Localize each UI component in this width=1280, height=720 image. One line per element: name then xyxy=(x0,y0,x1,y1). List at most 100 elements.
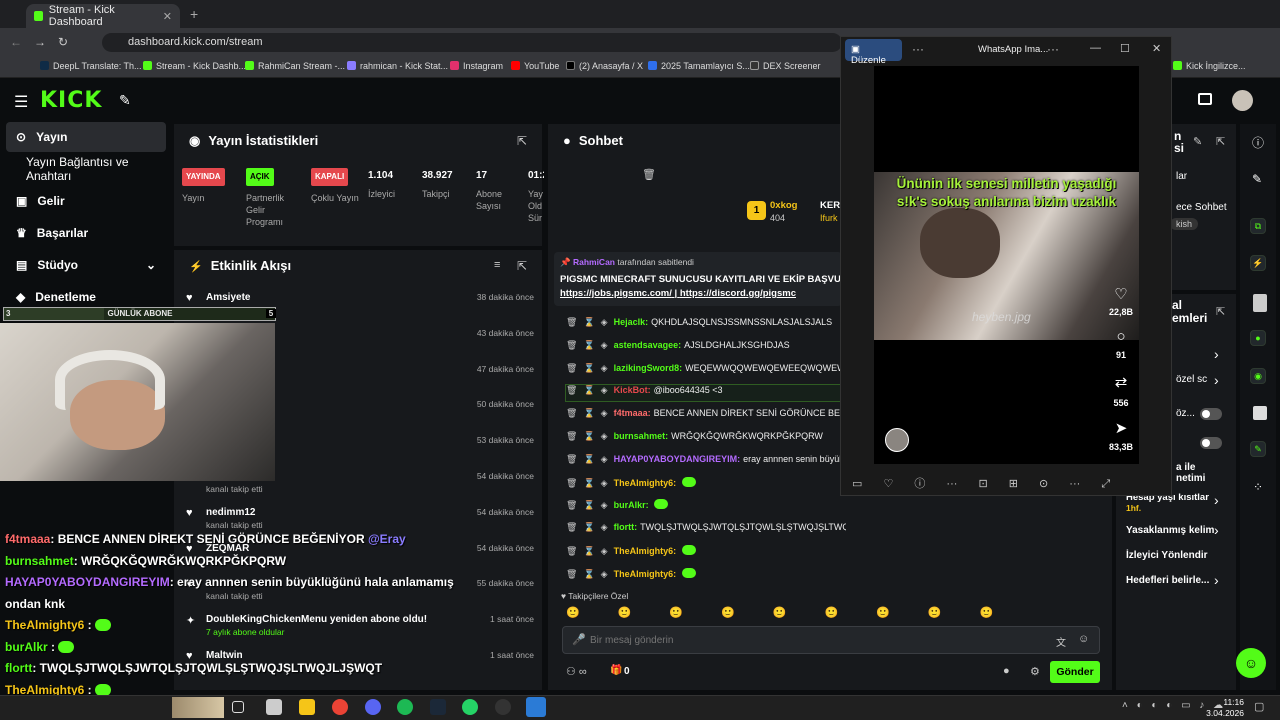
send-button[interactable]: Gönder xyxy=(1050,661,1100,683)
chevron-right-icon[interactable]: › xyxy=(1214,346,1219,362)
chat-message-input[interactable] xyxy=(590,632,1030,648)
menu-icon[interactable]: ☰ xyxy=(14,92,28,112)
sidebar-item-studio[interactable]: ▤ Stüdyo ⌄ xyxy=(6,250,166,280)
minimize-icon[interactable]: — xyxy=(1090,42,1101,54)
screen-icon[interactable] xyxy=(1198,93,1212,105)
chat-message[interactable]: 🗑 ⌛ ◈ lazikingSword8: WEQEWWQQWEWQEWEEQWQWEW… xyxy=(566,363,846,379)
share-icon[interactable]: ➤ xyxy=(1108,419,1134,437)
chat-message[interactable]: 🗑 ⌛ ◈ HAYAP0YABOYDANGIREYIM: eray annnen sen… xyxy=(566,454,846,470)
info-icon[interactable]: ⓘ xyxy=(1252,134,1264,151)
timeout-icon[interactable]: ⌛ xyxy=(583,546,594,556)
trash-icon[interactable]: 🗑 xyxy=(566,522,577,532)
bookmark[interactable]: rahmican - Kick Stat... xyxy=(347,61,448,71)
timeout-icon[interactable]: ⌛ xyxy=(583,500,594,510)
chat-username[interactable]: TheAlmighty6: xyxy=(614,478,677,488)
chat-message[interactable]: 🗑 ⌛ ◈ KickBot: @iboo644345 <3 xyxy=(565,384,847,403)
app-icon[interactable] xyxy=(266,699,282,715)
mic-icon[interactable]: 🎤 xyxy=(572,633,586,646)
chat-message[interactable]: 🗑 ⌛ ◈ Hejaclk: QKHDLAJSQLNSJSSMNSSNLASJALSJA… xyxy=(566,317,846,333)
support-button[interactable]: ☺ xyxy=(1236,648,1266,678)
timeout-icon[interactable]: ⌛ xyxy=(583,340,594,350)
set-goals-link[interactable]: Hedefleri belirle... xyxy=(1126,575,1209,586)
bookmark[interactable]: 2025 Tamamlayıcı S... xyxy=(648,61,750,71)
chat-username[interactable]: astendsavagee: xyxy=(614,340,682,350)
expand-icon[interactable]: ⇱ xyxy=(517,259,527,273)
address-bar[interactable]: dashboard.kick.com/stream xyxy=(102,33,842,52)
whatsapp-icon[interactable] xyxy=(462,699,478,715)
chat-bubble-icon[interactable]: ● xyxy=(1003,665,1010,677)
timeout-icon[interactable]: ⌛ xyxy=(583,478,594,488)
trash-icon[interactable]: 🗑 xyxy=(566,478,577,488)
timeout-icon[interactable]: ⌛ xyxy=(583,385,594,395)
chat-message[interactable]: 🗑 ⌛ ◈ TheAlmighty6: xyxy=(566,545,846,561)
gift-icon[interactable]: 🎁 xyxy=(610,665,622,676)
trash-icon[interactable]: 🗑 xyxy=(566,363,577,373)
trash-icon[interactable]: 🗑 xyxy=(566,408,577,418)
clock-time[interactable]: 11:16 xyxy=(1200,697,1244,707)
maximize-icon[interactable]: ☐ xyxy=(1120,42,1130,55)
document-icon[interactable] xyxy=(1253,294,1267,312)
sidebar-item-revenue[interactable]: ▣ Gelir xyxy=(6,186,166,216)
bolt-icon[interactable]: ⚡ xyxy=(1250,255,1266,271)
bookmark[interactable]: Instagram xyxy=(450,61,503,71)
chevron-right-icon[interactable]: › xyxy=(1214,572,1219,588)
timeout-icon[interactable]: ⌛ xyxy=(583,431,594,441)
kick-logo[interactable]: KICK xyxy=(40,88,102,113)
more-icon[interactable]: ··· xyxy=(1047,42,1059,56)
repost-icon[interactable]: ⇄ xyxy=(1108,373,1134,391)
timeout-icon[interactable]: ⌛ xyxy=(583,363,594,373)
bookmark[interactable]: DEX Screener xyxy=(750,61,821,71)
photos-icon[interactable] xyxy=(526,697,546,717)
edit-icon[interactable]: ✎ xyxy=(1193,135,1202,148)
chat-message[interactable]: 🗑 ⌛ ◈ TheAlmighty6: xyxy=(566,476,846,493)
explorer-icon[interactable] xyxy=(299,699,315,715)
back-icon[interactable]: ← xyxy=(10,35,22,49)
timeout-icon[interactable]: ⌛ xyxy=(583,569,594,579)
emote-bar[interactable]: 🙂🙂🙂🙂🙂🙂🙂🙂🙂 xyxy=(566,606,1096,622)
timeout-icon[interactable]: ⌛ xyxy=(583,454,594,464)
apps-icon[interactable]: ⁘ xyxy=(1253,480,1263,494)
trash-icon[interactable]: 🗑 xyxy=(566,431,577,441)
chat-username[interactable]: flortt: xyxy=(614,522,638,532)
grid-icon[interactable]: ⧉ xyxy=(1250,218,1266,234)
chat-username[interactable]: KickBot: xyxy=(614,385,651,395)
trash-icon[interactable]: 🗑 xyxy=(566,385,577,395)
chat-username[interactable]: HAYAP0YABOYDANGIREYIM: xyxy=(614,454,741,464)
wrench-icon[interactable]: ✎ xyxy=(1250,441,1266,457)
banned-words-link[interactable]: Yasaklanmış kelim xyxy=(1126,525,1214,536)
tools-icon[interactable]: ✎ xyxy=(119,92,131,109)
forward-icon[interactable]: → xyxy=(34,35,46,49)
reload-icon[interactable]: ↻ xyxy=(58,35,68,49)
taskview-icon[interactable] xyxy=(232,701,244,713)
emoji-icon[interactable]: ☺ xyxy=(1078,633,1089,645)
trash-icon[interactable]: 🗑 xyxy=(566,569,577,579)
expand-icon[interactable]: ⇱ xyxy=(517,134,527,148)
chevron-right-icon[interactable]: › xyxy=(1214,522,1219,538)
toggle[interactable] xyxy=(1200,437,1222,449)
toggle[interactable] xyxy=(1200,408,1222,420)
poster-avatar[interactable] xyxy=(885,428,909,452)
new-tab-icon[interactable]: + xyxy=(190,6,198,22)
trash-icon[interactable]: 🗑 xyxy=(566,340,577,350)
layout-icon[interactable] xyxy=(1253,406,1267,420)
browser-tab[interactable]: Stream - Kick Dashboard ✕ xyxy=(26,4,180,28)
sidebar-item-achievements[interactable]: ♛ Başarılar xyxy=(6,218,166,248)
chat-message[interactable]: 🗑 ⌛ ◈ astendsavagee: AJSLDGHALJKSGHDJAS xyxy=(566,340,846,356)
spotify-icon[interactable] xyxy=(397,699,413,715)
close-tab-icon[interactable]: ✕ xyxy=(163,10,172,23)
chevron-right-icon[interactable]: › xyxy=(1214,372,1219,388)
chat-username[interactable]: lazikingSword8: xyxy=(614,363,683,373)
pen-icon[interactable]: ✎ xyxy=(1252,172,1262,186)
chat-message[interactable]: 🗑 ⌛ ◈ f4tmaaa: BENCE ANNEN DİREKT SENİ GÖRÜN… xyxy=(566,408,846,424)
chat-username[interactable]: f4tmaaa: xyxy=(614,408,651,418)
viewer-redirect-link[interactable]: İzleyici Yönlendir xyxy=(1126,550,1208,561)
notification-icon[interactable]: ▢ xyxy=(1254,700,1264,713)
comment-icon[interactable]: ○ xyxy=(1108,328,1134,345)
translate-icon[interactable]: 文 xyxy=(1056,634,1066,649)
bookmark[interactable]: DeepL Translate: Th... xyxy=(40,61,142,71)
bookmark[interactable]: Stream - Kick Dashb... xyxy=(143,61,246,71)
chat-message[interactable]: 🗑 ⌛ ◈ TheAlmighty6: xyxy=(566,567,846,584)
trash-icon[interactable]: 🗑 xyxy=(642,168,656,181)
chat-icon[interactable]: ● xyxy=(1250,330,1266,346)
chat-username[interactable]: TheAlmighty6: xyxy=(614,569,677,579)
